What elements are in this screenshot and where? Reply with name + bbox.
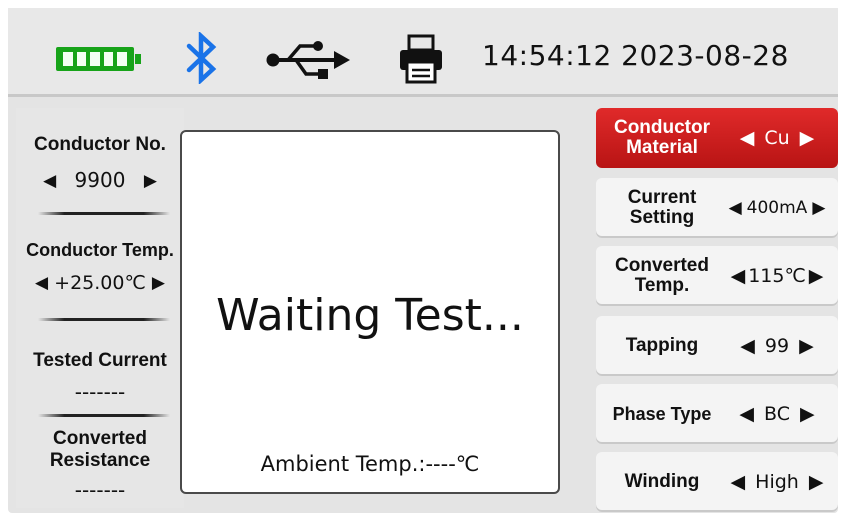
converted-temp-setting[interactable]: Converted Temp. ◀ 115℃ ▶ <box>596 246 838 306</box>
winding-selector[interactable]: ◀ High ▶ <box>716 452 838 512</box>
conductor-temp-value: +25.00℃ <box>54 272 146 294</box>
arrow-right-icon[interactable]: ▶ <box>812 198 825 218</box>
status-time: 14:54:12 <box>482 39 612 72</box>
arrow-right-icon[interactable]: ▶ <box>800 127 815 149</box>
arrow-right-icon[interactable]: ▶ <box>809 471 824 493</box>
device-screen: 14:54:12 2023-08-28 Conductor No. ◀ 9900… <box>8 8 838 513</box>
conductor-material-label: Conductor Material <box>613 117 711 158</box>
ambient-temp-readout: Ambient Temp.:----℃ <box>260 452 480 476</box>
converted-resistance-label-line-1: Converted <box>53 428 147 449</box>
arrow-right-icon[interactable]: ▶ <box>144 171 157 191</box>
winding-setting[interactable]: Winding ◀ High ▶ <box>596 452 838 512</box>
left-readings-panel: Conductor No. ◀ 9900 ▶ Conductor Temp. ◀… <box>16 108 184 508</box>
main-display: Waiting Test... Ambient Temp.:----℃ <box>180 130 560 494</box>
status-bar: 14:54:12 2023-08-28 <box>8 8 838 97</box>
status-message: Waiting Test... <box>216 290 524 341</box>
tapping-value: 99 <box>764 335 790 357</box>
converted-resistance-value: ------- <box>74 478 126 502</box>
phase-type-selector[interactable]: ◀ BC ▶ <box>716 384 838 444</box>
divider <box>38 212 170 215</box>
current-setting[interactable]: Current Setting ◀ 400mA ▶ <box>596 178 838 238</box>
winding-label: Winding <box>624 471 700 492</box>
arrow-right-icon[interactable]: ▶ <box>799 335 814 357</box>
arrow-right-icon[interactable]: ▶ <box>809 265 824 287</box>
arrow-right-icon[interactable]: ▶ <box>800 403 815 425</box>
arrow-left-icon[interactable]: ◀ <box>739 403 754 425</box>
status-date: 2023-08-28 <box>621 39 789 72</box>
current-setting-value: 400mA <box>746 198 808 218</box>
conductor-material-setting[interactable]: Conductor Material ◀ Cu ▶ <box>596 108 838 168</box>
current-setting-label: Current Setting <box>627 187 697 228</box>
conductor-material-value: Cu <box>764 127 790 149</box>
tapping-selector[interactable]: ◀ 99 ▶ <box>716 316 838 376</box>
converted-temp-label: Converted Temp. <box>615 255 709 296</box>
arrow-left-icon[interactable]: ◀ <box>729 198 742 218</box>
arrow-left-icon[interactable]: ◀ <box>35 273 48 293</box>
usb-icon <box>266 41 350 79</box>
arrow-left-icon[interactable]: ◀ <box>740 335 755 357</box>
phase-type-value: BC <box>764 403 790 425</box>
battery-icon <box>56 47 141 71</box>
phase-type-label: Phase Type <box>612 404 712 424</box>
conductor-no-selector[interactable]: ◀ 9900 ▶ <box>16 168 184 192</box>
arrow-left-icon[interactable]: ◀ <box>731 471 746 493</box>
printer-icon <box>400 34 442 84</box>
divider <box>38 414 170 417</box>
converted-temp-value: 115℃ <box>748 265 806 287</box>
arrow-left-icon[interactable]: ◀ <box>43 171 56 191</box>
conductor-temp-label: Conductor Temp. <box>26 240 174 260</box>
conductor-material-selector[interactable]: ◀ Cu ▶ <box>716 108 838 168</box>
conductor-no-value: 9900 <box>74 168 126 192</box>
converted-temp-selector[interactable]: ◀ 115℃ ▶ <box>716 246 838 306</box>
arrow-right-icon[interactable]: ▶ <box>152 273 165 293</box>
status-clock: 14:54:12 2023-08-28 <box>482 39 789 72</box>
conductor-temp-selector[interactable]: ◀ +25.00℃ ▶ <box>16 272 184 294</box>
arrow-left-icon[interactable]: ◀ <box>740 127 755 149</box>
tapping-label: Tapping <box>625 335 699 356</box>
converted-resistance-label: Converted Resistance <box>16 428 184 472</box>
phase-type-setting[interactable]: Phase Type ◀ BC ▶ <box>596 384 838 444</box>
current-setting-selector[interactable]: ◀ 400mA ▶ <box>716 178 838 238</box>
conductor-no-label: Conductor No. <box>34 134 166 155</box>
arrow-left-icon[interactable]: ◀ <box>731 265 746 287</box>
bluetooth-icon <box>186 32 217 84</box>
tested-current-label: Tested Current <box>33 350 167 371</box>
winding-value: High <box>755 471 799 493</box>
tapping-setting[interactable]: Tapping ◀ 99 ▶ <box>596 316 838 376</box>
divider <box>38 318 170 321</box>
converted-resistance-label-line-2: Resistance <box>49 450 151 471</box>
tested-current-value: ------- <box>74 380 126 404</box>
